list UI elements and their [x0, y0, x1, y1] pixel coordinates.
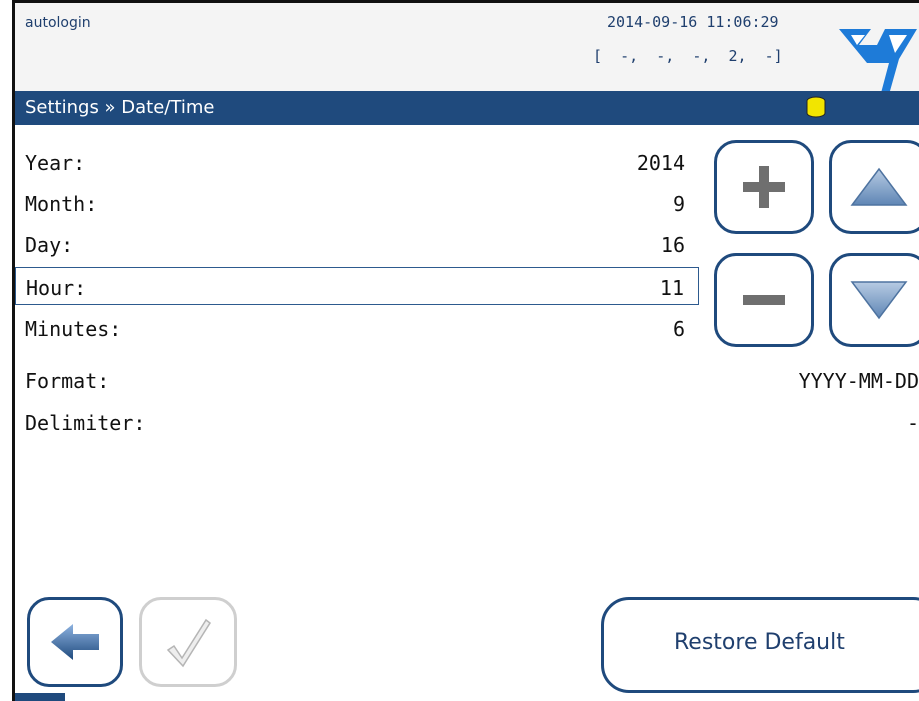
decrement-button[interactable] [714, 253, 814, 347]
up-arrow-icon [850, 167, 908, 206]
field-day[interactable]: Day: 16 [15, 225, 699, 263]
day-value: 16 [660, 233, 685, 257]
title-bar: Settings » Date/Time [15, 91, 919, 125]
hour-value: 11 [659, 276, 684, 300]
field-minutes[interactable]: Minutes: 6 [15, 309, 699, 347]
check-icon [166, 618, 212, 668]
year-value: 2014 [636, 151, 685, 175]
month-value: 9 [672, 192, 685, 216]
confirm-button[interactable] [139, 597, 237, 687]
minus-icon [743, 295, 785, 305]
status-bar: autologin 2014-09-16 11:06:29 [ -, -, -,… [15, 3, 919, 123]
plus-icon [743, 166, 785, 208]
back-button[interactable] [27, 597, 123, 687]
hour-label: Hour: [26, 276, 87, 300]
field-format[interactable]: Format: YYYY-MM-DD [15, 361, 919, 399]
username: autologin [25, 15, 91, 31]
down-arrow-icon [850, 281, 908, 320]
clock: 2014-09-16 11:06:29 [607, 13, 779, 31]
down-button[interactable] [829, 253, 919, 347]
day-label: Day: [25, 233, 74, 257]
restore-default-button[interactable]: Restore Default [601, 597, 919, 693]
up-button[interactable] [829, 140, 919, 234]
format-label: Format: [25, 369, 110, 393]
month-label: Month: [25, 192, 98, 216]
field-delimiter[interactable]: Delimiter: - [15, 403, 919, 441]
delimiter-label: Delimiter: [25, 411, 146, 435]
format-value: YYYY-MM-DD [798, 369, 919, 393]
increment-button[interactable] [714, 140, 814, 234]
back-arrow-icon [51, 624, 99, 660]
restore-default-label: Restore Default [674, 630, 845, 655]
minutes-label: Minutes: [25, 317, 122, 341]
minutes-value: 6 [672, 317, 685, 341]
field-month[interactable]: Month: 9 [15, 184, 699, 222]
bottom-accent [15, 693, 65, 701]
field-year[interactable]: Year: 2014 [15, 143, 699, 181]
database-icon [806, 96, 826, 118]
device-screen: autologin 2014-09-16 11:06:29 [ -, -, -,… [12, 0, 919, 701]
delimiter-value: - [906, 411, 919, 435]
field-hour[interactable]: Hour: 11 [15, 267, 699, 305]
page-title: Settings » Date/Time [25, 97, 215, 118]
sample-status: [ -, -, -, 2, -] [593, 47, 783, 65]
year-label: Year: [25, 151, 86, 175]
